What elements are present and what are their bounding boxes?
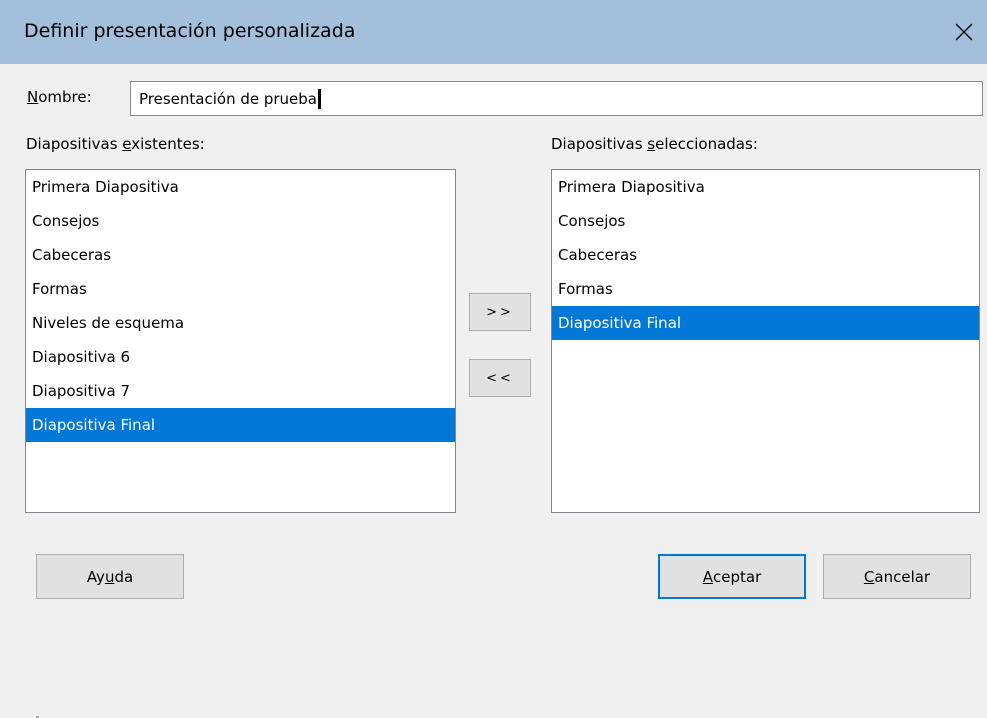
help-button[interactable]: Ay u da xyxy=(36,554,184,599)
close-button[interactable] xyxy=(941,0,987,64)
title-bar: Definir presentación personalizada xyxy=(0,0,987,64)
close-icon xyxy=(955,23,973,41)
list-item[interactable]: Primera Diapositiva xyxy=(552,170,979,204)
remove-slide-button[interactable]: << xyxy=(469,359,531,397)
list-item[interactable]: Formas xyxy=(26,272,455,306)
list-item[interactable]: Primera Diapositiva xyxy=(26,170,455,204)
name-input-value: Presentación de prueba xyxy=(139,89,317,108)
ok-button[interactable]: Aceptar xyxy=(658,554,806,599)
dialog-title: Definir presentación personalizada xyxy=(24,20,356,42)
name-input[interactable]: Presentación de prueba xyxy=(130,81,983,116)
name-label: Nombre: xyxy=(27,88,92,106)
list-item[interactable]: Formas xyxy=(552,272,979,306)
existing-slides-list[interactable]: Primera Diapositiva Consejos Cabeceras Form… xyxy=(25,169,456,513)
cancel-button[interactable]: Cancelar xyxy=(823,554,971,599)
list-item[interactable]: Consejos xyxy=(26,204,455,238)
add-slide-button[interactable]: >> xyxy=(469,293,531,331)
existing-slides-label: Diapositivas existentes: xyxy=(26,135,205,153)
list-item[interactable]: Cabeceras xyxy=(552,238,979,272)
selected-slides-label: Diapositivas seleccionadas: xyxy=(551,135,758,153)
list-item[interactable]: Diapositiva Final xyxy=(26,408,455,442)
list-item[interactable]: Diapositiva 7 xyxy=(26,374,455,408)
selected-slides-list[interactable]: Primera Diapositiva Consejos Cabeceras Form… xyxy=(551,169,980,513)
list-item[interactable]: Niveles de esquema xyxy=(26,306,455,340)
list-item[interactable]: Consejos xyxy=(552,204,979,238)
list-item[interactable]: Diapositiva Final xyxy=(552,306,979,340)
list-item[interactable]: Diapositiva 6 xyxy=(26,340,455,374)
custom-slideshow-dialog: Definir presentación personalizada Nombr… xyxy=(0,0,987,718)
text-caret xyxy=(318,88,321,109)
list-item[interactable]: Cabeceras xyxy=(26,238,455,272)
